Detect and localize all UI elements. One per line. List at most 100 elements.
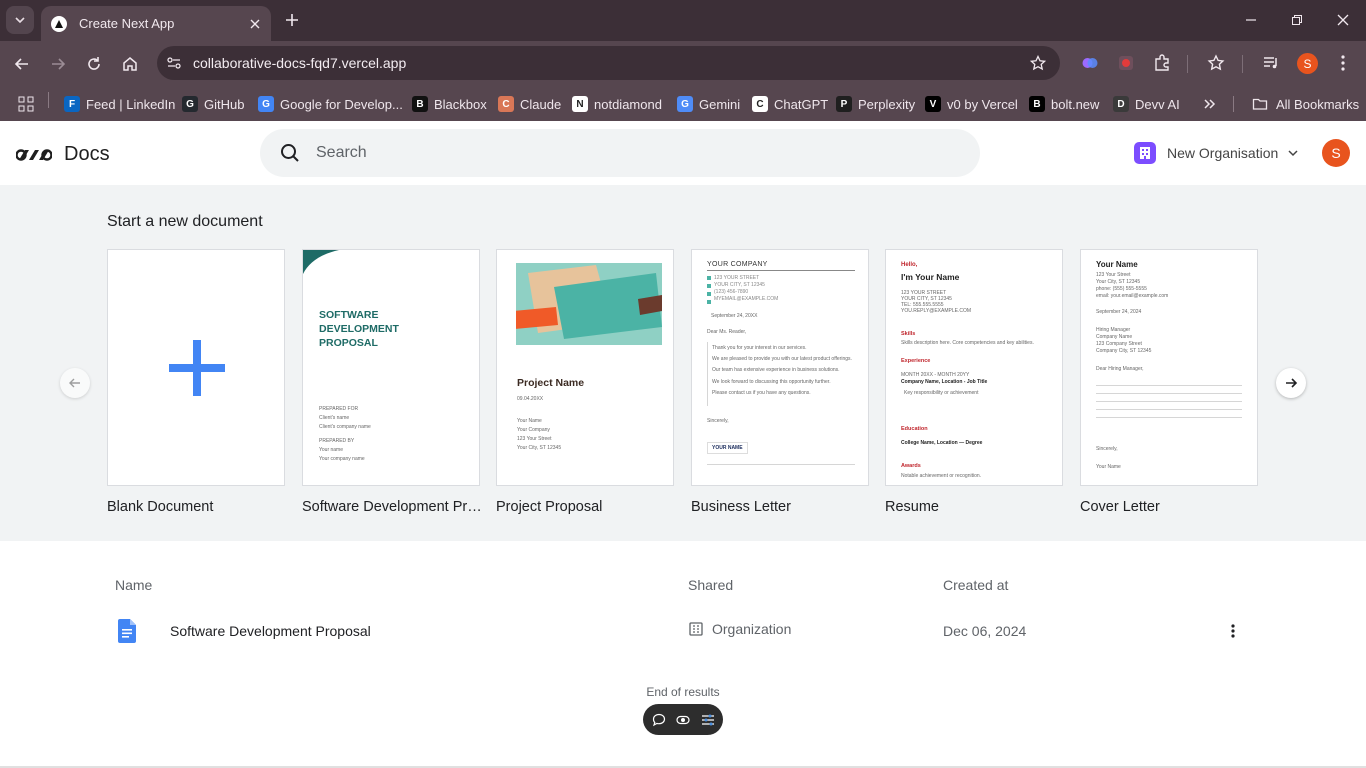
tab-title: Create Next App [79, 16, 175, 31]
new-tab-button[interactable] [281, 9, 303, 31]
scroll-right-button[interactable] [1276, 368, 1306, 398]
folder-icon [1252, 98, 1268, 110]
floating-toolbar [643, 704, 723, 735]
toolbar-divider [1187, 55, 1188, 73]
bookmark-item[interactable]: Bbolt.new [1029, 91, 1099, 117]
browser-tab-bar: Create Next App [0, 0, 1366, 41]
user-avatar[interactable]: S [1322, 139, 1350, 167]
template-thumbnail[interactable]: Hello, I'm Your Name 123 YOUR STREET YOU… [885, 249, 1063, 486]
toggle-icon[interactable] [674, 711, 692, 729]
minimize-window-button[interactable] [1238, 8, 1264, 32]
bookmarks-overflow-icon[interactable] [1203, 91, 1217, 117]
close-window-button[interactable] [1330, 8, 1356, 32]
resume-skills-heading: Skills [901, 331, 916, 337]
tab-search-button[interactable] [6, 6, 34, 34]
template-thumbnail[interactable]: Your Name 123 Your Street Your City, ST … [1080, 249, 1258, 486]
site-info-icon[interactable] [163, 52, 185, 74]
bookmark-item[interactable]: F Feed | LinkedIn [64, 91, 175, 117]
gemini-icon: G [677, 96, 693, 112]
template-blank-document[interactable]: Blank Document [107, 249, 286, 515]
browser-profile-avatar[interactable]: S [1297, 53, 1318, 74]
template-label: Cover Letter [1080, 499, 1160, 515]
resume-name: I'm Your Name [901, 272, 960, 282]
template-software-development-proposal[interactable]: SOFTWARE DEVELOPMENT PROPOSAL PREPARED F… [302, 249, 482, 515]
bookmark-item[interactable]: C ChatGPT [752, 91, 828, 117]
letter-body-line: Please contact us if you have any questi… [712, 390, 811, 396]
close-tab-icon[interactable] [245, 14, 265, 34]
bookmark-item[interactable]: B Blackbox [412, 91, 487, 117]
docs-logo[interactable]: Docs [16, 143, 110, 166]
reading-list-star-icon[interactable] [1204, 51, 1228, 75]
template-project-proposal[interactable]: Project Name 09.04.20XX Your Name Your C… [496, 249, 675, 515]
template-thumbnail[interactable] [107, 249, 285, 486]
bookmark-item[interactable]: P Perplexity [836, 91, 915, 117]
letter-address-line: (123) 456-7890 [714, 289, 749, 295]
organization-icon [689, 622, 703, 636]
client-company: Client's company name [319, 424, 371, 430]
search-icon [279, 142, 301, 164]
bookmark-item[interactable]: C Claude [498, 91, 561, 117]
chevron-down-icon [1286, 146, 1300, 160]
bookmark-label: Devv AI [1135, 96, 1180, 112]
brain-extension-icon[interactable] [1078, 51, 1102, 75]
column-header-shared[interactable]: Shared [688, 577, 733, 593]
bookmark-label: Blackbox [434, 96, 487, 112]
comment-icon[interactable] [650, 711, 668, 729]
search-input[interactable] [316, 144, 916, 162]
home-button[interactable] [116, 50, 144, 78]
letter-address-line: 123 YOUR STREET [714, 275, 760, 281]
organisation-switcher[interactable]: New Organisation [1134, 142, 1300, 164]
arrow-right-icon [52, 58, 66, 70]
table-row[interactable]: Software Development Proposal Organizati… [100, 608, 1260, 654]
scroll-left-button[interactable] [60, 368, 90, 398]
address-bar[interactable]: collaborative-docs-fqd7.vercel.app [157, 46, 1060, 80]
media-control-icon[interactable] [1259, 51, 1283, 75]
template-business-letter[interactable]: YOUR COMPANY 123 YOUR STREET YOUR CITY, … [691, 249, 870, 515]
reload-button[interactable] [80, 50, 108, 78]
column-header-created[interactable]: Created at [943, 577, 1008, 593]
bookmark-label: GitHub [204, 96, 245, 112]
toolbar-divider [1242, 55, 1243, 73]
shared-label: Organization [712, 621, 792, 637]
template-thumbnail[interactable]: SOFTWARE DEVELOPMENT PROPOSAL PREPARED F… [302, 249, 480, 486]
bookmark-item[interactable]: G GitHub [182, 91, 244, 117]
letter-body-line: Thank you for your interest in our servi… [712, 345, 807, 351]
bookmarks-divider [1233, 96, 1234, 112]
all-bookmarks[interactable]: All Bookmarks [1252, 91, 1359, 117]
search-bar[interactable] [260, 129, 980, 177]
bookmark-label: Perplexity [858, 96, 916, 112]
google-icon: G [258, 96, 274, 112]
template-thumbnail[interactable]: Project Name 09.04.20XX Your Name Your C… [496, 249, 674, 486]
notdiamond-icon: N [572, 96, 588, 112]
column-header-name[interactable]: Name [115, 577, 152, 593]
record-extension-icon[interactable] [1114, 51, 1138, 75]
apps-grid-icon[interactable] [18, 91, 34, 117]
template-resume[interactable]: Hello, I'm Your Name 123 YOUR STREET YOU… [885, 249, 1064, 515]
browser-menu-icon[interactable] [1333, 51, 1353, 75]
v0-icon: V [925, 96, 941, 112]
corner-decoration-icon [303, 250, 339, 274]
template-thumbnail[interactable]: YOUR COMPANY 123 YOUR STREET YOUR CITY, … [691, 249, 869, 486]
bookmark-star-icon[interactable] [1026, 51, 1050, 75]
bookmark-label: Feed | LinkedIn [86, 96, 176, 112]
github-icon: G [182, 96, 198, 112]
template-cover-letter[interactable]: Your Name 123 Your Street Your City, ST … [1080, 249, 1259, 515]
bookmark-item[interactable]: Nnotdiamond [572, 91, 662, 117]
bookmark-item[interactable]: D Devv AI [1113, 91, 1180, 117]
document-name[interactable]: Software Development Proposal [170, 623, 371, 639]
forward-button[interactable] [44, 50, 72, 78]
settings-sliders-icon[interactable] [699, 711, 717, 729]
browser-tab[interactable]: Create Next App [41, 6, 271, 41]
bookmark-item[interactable]: G Gemini [677, 91, 740, 117]
extensions-puzzle-icon[interactable] [1150, 51, 1174, 75]
bookmark-item[interactable]: G Google for Develop... [258, 91, 403, 117]
resume-awards-heading: Awards [901, 463, 921, 469]
project-date: 09.04.20XX [517, 396, 544, 402]
browser-toolbar: collaborative-docs-fqd7.vercel.app S [0, 41, 1366, 86]
bookmark-label: notdiamond [594, 96, 662, 112]
bookmark-item[interactable]: Vv0 by Vercel [925, 91, 1018, 117]
back-button[interactable] [8, 50, 36, 78]
more-options-icon[interactable] [1222, 620, 1244, 642]
restore-window-button[interactable] [1284, 8, 1310, 32]
letter-body-line: We look forward to discussing this oppor… [712, 379, 831, 385]
